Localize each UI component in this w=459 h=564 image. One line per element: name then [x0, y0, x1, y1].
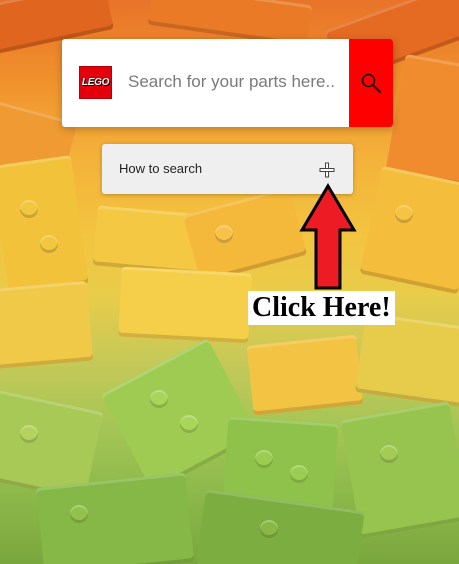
how-to-search-label: How to search — [119, 161, 203, 176]
stud — [395, 205, 413, 223]
lego-logo: LEGO — [79, 66, 112, 99]
red-arrow-icon — [299, 183, 357, 290]
brick — [35, 472, 195, 564]
stud — [20, 200, 38, 218]
brick — [359, 165, 459, 295]
stud — [40, 235, 58, 253]
brick — [0, 155, 89, 295]
brick — [385, 53, 459, 187]
stud — [215, 225, 233, 243]
search-button[interactable] — [349, 39, 393, 127]
brick — [246, 334, 364, 416]
lego-logo-text: LEGO — [81, 77, 110, 88]
brick — [182, 186, 308, 284]
stud — [150, 390, 168, 408]
brick — [195, 489, 365, 564]
stud — [20, 425, 38, 443]
brick — [354, 312, 459, 408]
brick — [0, 280, 94, 370]
stud — [260, 520, 278, 538]
stud — [70, 505, 88, 523]
brick — [118, 266, 252, 344]
stud — [380, 445, 398, 463]
stud — [180, 415, 198, 433]
click-here-annotation: Click Here! — [248, 291, 395, 325]
stud — [255, 450, 273, 468]
search-bar: LEGO — [62, 39, 393, 127]
search-icon — [361, 73, 382, 94]
plus-icon[interactable] — [319, 162, 335, 178]
search-input[interactable] — [122, 62, 353, 102]
stud — [290, 465, 308, 483]
